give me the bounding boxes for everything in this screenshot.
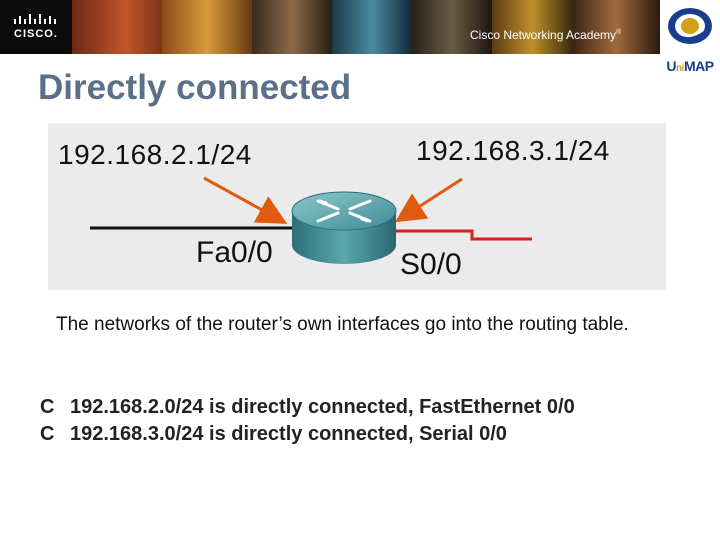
route-entry: C 192.168.2.0/24 is directly connected, F… xyxy=(40,396,700,423)
banner-photo xyxy=(572,0,660,54)
right-ip-arrow xyxy=(394,177,463,223)
cisco-logo: CISCO. xyxy=(0,0,72,54)
network-diagram: 192.168.2.1/24 192.168.3.1/24 Fa0/0 S0/0 xyxy=(48,123,666,290)
banner-photo xyxy=(252,0,332,54)
banner-photo xyxy=(492,0,572,54)
slide-title: Directly connected xyxy=(38,68,352,107)
routing-table: C 192.168.2.0/24 is directly connected, F… xyxy=(40,396,700,450)
banner-photo xyxy=(162,0,252,54)
left-interface-label: Fa0/0 xyxy=(196,236,273,269)
serial-link xyxy=(392,229,532,241)
slide-description: The networks of the router’s own interfa… xyxy=(56,314,629,335)
route-text: 192.168.3.0/24 is directly connected, Se… xyxy=(70,423,507,445)
right-interface-label: S0/0 xyxy=(400,248,462,281)
unimap-wordmark: UniMAP xyxy=(666,58,714,74)
header-banner: CISCO. Cisco Networking Academy® xyxy=(0,0,660,54)
cisco-bridge-icon xyxy=(14,14,56,24)
banner-photo xyxy=(72,0,162,54)
route-text: 192.168.2.0/24 is directly connected, Fa… xyxy=(70,396,575,418)
banner-photo xyxy=(332,0,412,54)
cisco-wordmark: CISCO. xyxy=(14,28,58,40)
diagram-graphics xyxy=(90,176,532,264)
academy-wordmark: Cisco Networking Academy® xyxy=(470,28,622,42)
left-ip-arrow xyxy=(203,176,288,224)
route-entry: C 192.168.3.0/24 is directly connected, S… xyxy=(40,423,700,450)
router-icon xyxy=(291,191,397,264)
unimap-logo: UniMAP xyxy=(660,0,720,80)
unimap-emblem-icon xyxy=(668,8,712,44)
banner-photo xyxy=(412,0,492,54)
route-code: C xyxy=(40,396,55,418)
route-code: C xyxy=(40,423,55,445)
